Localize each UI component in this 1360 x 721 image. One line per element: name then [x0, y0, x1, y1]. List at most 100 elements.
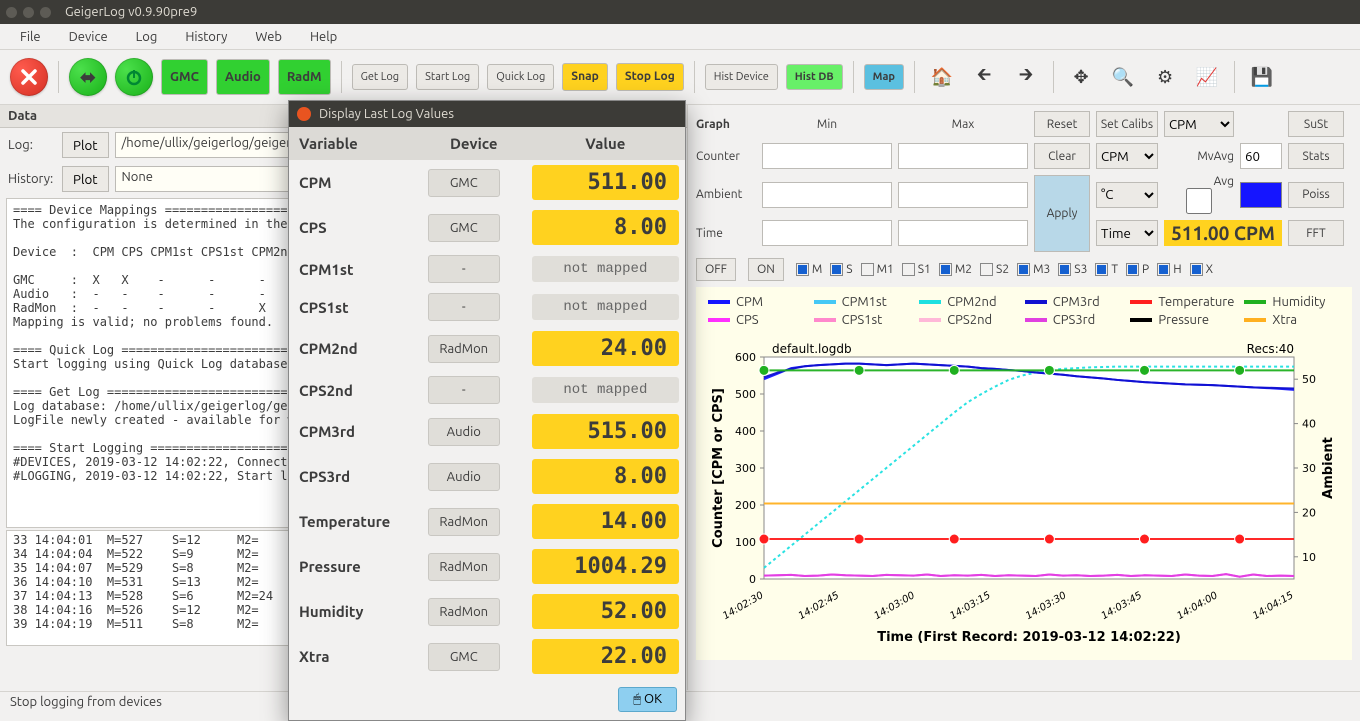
- svg-text:10: 10: [1302, 551, 1316, 564]
- startlog-button[interactable]: Start Log: [416, 64, 479, 90]
- svg-text:Time (First Record: 2019-03-12: Time (First Record: 2019-03-12 14:02:22): [877, 630, 1181, 645]
- ambient-max-input[interactable]: [898, 182, 1028, 208]
- histdev-button[interactable]: Hist Device: [705, 64, 778, 90]
- time-select[interactable]: Time: [1096, 220, 1158, 246]
- time-min-input[interactable]: [762, 220, 892, 246]
- check-M2[interactable]: M2: [939, 263, 972, 276]
- exit-button[interactable]: [10, 58, 48, 96]
- forward-icon[interactable]: 🡲: [1009, 60, 1043, 94]
- back-icon[interactable]: 🡰: [967, 60, 1001, 94]
- cpm-select[interactable]: CPM: [1096, 143, 1158, 169]
- reset-button[interactable]: Reset: [1034, 111, 1090, 137]
- check-M3[interactable]: M3: [1017, 263, 1050, 276]
- check-S1[interactable]: S1: [902, 263, 931, 276]
- avg-label: Avg: [1164, 175, 1234, 214]
- svg-text:600: 600: [735, 351, 756, 364]
- getlog-button[interactable]: Get Log: [352, 64, 409, 90]
- snap-button[interactable]: Snap: [562, 63, 608, 90]
- avg-checkbox[interactable]: [1164, 188, 1234, 214]
- svg-text:300: 300: [735, 462, 756, 475]
- svg-text:14:03:00: 14:03:00: [873, 590, 917, 622]
- legend-cps: CPS: [708, 313, 804, 327]
- mvavg-input[interactable]: [1240, 143, 1282, 169]
- check-M1[interactable]: M1: [861, 263, 894, 276]
- check-T[interactable]: T: [1095, 263, 1118, 276]
- legend-cpm3rd: CPM3rd: [1025, 295, 1121, 309]
- col-value: Value: [526, 127, 685, 160]
- setcalibs-button[interactable]: Set Calibs: [1096, 111, 1158, 137]
- map-button[interactable]: Map: [864, 64, 904, 90]
- power-button[interactable]: [115, 58, 153, 96]
- pan-icon[interactable]: ✥: [1064, 60, 1098, 94]
- sust-button[interactable]: SuSt: [1288, 111, 1344, 137]
- chart-svg: 0100200300400500600102030405014:02:3014:…: [704, 339, 1344, 649]
- history-label: History:: [8, 172, 56, 186]
- counter-min-input[interactable]: [762, 143, 892, 169]
- svg-text:Counter [CPM or CPS]: Counter [CPM or CPS]: [711, 388, 726, 548]
- time-max-input[interactable]: [898, 220, 1028, 246]
- max-dot-icon[interactable]: [40, 7, 51, 18]
- check-S2[interactable]: S2: [980, 263, 1009, 276]
- color-swatch[interactable]: [1240, 182, 1282, 208]
- svg-text:14:03:15: 14:03:15: [948, 590, 992, 622]
- log-label: Log:: [8, 138, 56, 152]
- svg-text:14:04:15: 14:04:15: [1251, 590, 1295, 622]
- menu-web[interactable]: Web: [243, 26, 294, 48]
- save-icon[interactable]: 💾: [1245, 60, 1279, 94]
- dialog-close-icon[interactable]: [297, 107, 311, 121]
- chart-icon[interactable]: 📈: [1190, 60, 1224, 94]
- stats-button[interactable]: Stats: [1288, 143, 1344, 169]
- cpm-badge: 511.00 CPM: [1164, 220, 1282, 246]
- legend-humidity: Humidity: [1244, 295, 1340, 309]
- plot-history-button[interactable]: Plot: [62, 166, 109, 192]
- counter-max-input[interactable]: [898, 143, 1028, 169]
- cpm-top-select[interactable]: CPM: [1164, 111, 1234, 137]
- svg-text:500: 500: [735, 388, 756, 401]
- menu-file[interactable]: File: [8, 26, 53, 48]
- check-X[interactable]: X: [1190, 263, 1213, 276]
- zoom-icon[interactable]: 🔍: [1106, 60, 1140, 94]
- svg-text:0: 0: [749, 573, 756, 586]
- menu-log[interactable]: Log: [124, 26, 170, 48]
- gmc-button[interactable]: GMC: [161, 59, 208, 95]
- degc-select[interactable]: °C: [1096, 182, 1158, 208]
- max-label: Max: [898, 118, 1028, 131]
- apply-button[interactable]: Apply: [1034, 175, 1090, 252]
- check-S3[interactable]: S3: [1058, 263, 1087, 276]
- svg-text:20: 20: [1302, 506, 1316, 519]
- legend-temperature: Temperature: [1130, 295, 1234, 309]
- clear-button[interactable]: Clear: [1034, 143, 1090, 169]
- svg-text:14:03:30: 14:03:30: [1024, 590, 1068, 622]
- histdb-button[interactable]: Hist DB: [786, 64, 843, 90]
- sliders-icon[interactable]: ⚙: [1148, 60, 1182, 94]
- off-button[interactable]: OFF: [696, 258, 736, 281]
- svg-text:default.logdb: default.logdb: [772, 342, 852, 356]
- check-S[interactable]: S: [830, 263, 852, 276]
- quicklog-button[interactable]: Quick Log: [487, 64, 554, 90]
- plug-button[interactable]: ⬌: [69, 58, 107, 96]
- menu-history[interactable]: History: [173, 26, 239, 48]
- min-dot-icon[interactable]: [23, 7, 34, 18]
- stoplog-button[interactable]: Stop Log: [616, 63, 684, 90]
- svg-text:Recs:40: Recs:40: [1247, 342, 1294, 356]
- dialog-title: Display Last Log Values: [319, 107, 454, 121]
- fft-button[interactable]: FFT: [1288, 220, 1344, 246]
- graph-panel: Graph Min Max Reset Set Calibs CPM SuSt …: [688, 105, 1360, 690]
- check-H[interactable]: H: [1157, 263, 1181, 276]
- check-M[interactable]: M: [796, 263, 822, 276]
- legend-pressure: Pressure: [1130, 313, 1234, 327]
- check-P[interactable]: P: [1126, 263, 1149, 276]
- legend-cps1st: CPS1st: [814, 313, 910, 327]
- plot-log-button[interactable]: Plot: [62, 132, 109, 158]
- menu-help[interactable]: Help: [298, 26, 349, 48]
- on-button[interactable]: ON: [748, 258, 784, 281]
- audio-button[interactable]: Audio: [216, 59, 270, 95]
- close-dot-icon[interactable]: [6, 7, 17, 18]
- radm-button[interactable]: RadM: [278, 59, 331, 95]
- ok-button[interactable]: 🖱 OK: [618, 687, 677, 712]
- ambient-min-input[interactable]: [762, 182, 892, 208]
- poiss-button[interactable]: Poiss: [1288, 182, 1344, 208]
- svg-text:100: 100: [735, 536, 756, 549]
- menu-device[interactable]: Device: [57, 26, 120, 48]
- home-icon[interactable]: 🏠: [925, 60, 959, 94]
